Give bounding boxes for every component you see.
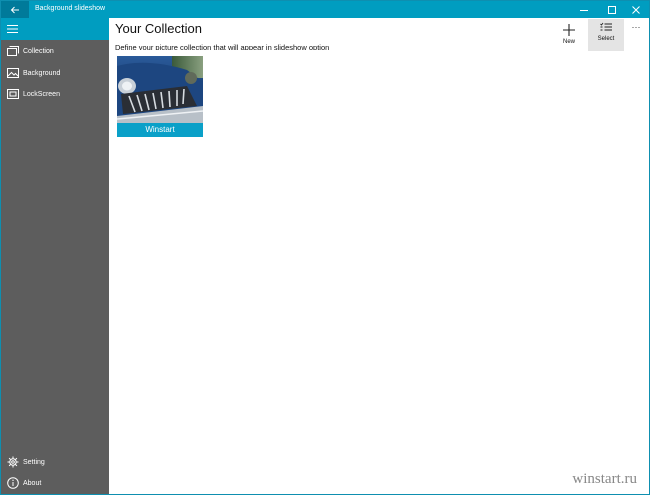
- back-button[interactable]: [1, 1, 29, 18]
- sidebar-item-background[interactable]: Background: [1, 63, 109, 83]
- select-button[interactable]: Select: [588, 19, 624, 51]
- app-title: Background slideshow: [35, 5, 106, 12]
- title-bar: Background slideshow: [1, 1, 649, 18]
- sidebar-item-collection[interactable]: Collection: [1, 41, 109, 61]
- maximize-icon: [608, 5, 616, 14]
- sidebar-item-label: Background: [23, 69, 61, 77]
- page-subtitle: Define your picture collection that will…: [115, 44, 330, 50]
- plus-icon: [563, 24, 575, 36]
- close-button[interactable]: [623, 1, 649, 18]
- page-title: Your Collection: [115, 21, 202, 36]
- arrow-left-icon: [10, 6, 19, 13]
- gear-icon: [5, 454, 21, 470]
- sidebar: Collection Background LockScreen Setting: [1, 18, 109, 494]
- image-icon: [5, 65, 21, 81]
- select-button-label: Select: [597, 36, 615, 42]
- sidebar-item-label: About: [23, 479, 42, 487]
- watermark-text: winstart.ru: [572, 471, 637, 487]
- hamburger-icon: [7, 25, 18, 33]
- new-button[interactable]: New: [552, 21, 586, 51]
- multiselect-icon: [600, 22, 612, 31]
- lockscreen-icon: [5, 86, 21, 102]
- app-window: Background slideshow Collection Backgrou…: [0, 0, 650, 495]
- main-content: Your Collection Define your picture coll…: [109, 18, 649, 494]
- sidebar-item-setting[interactable]: Setting: [1, 452, 109, 472]
- new-button-label: New: [562, 39, 575, 45]
- tile-caption: Winstart: [117, 123, 203, 137]
- more-options-button[interactable]: ···: [629, 23, 643, 35]
- car-thumbnail-image: [117, 56, 203, 123]
- collection-tile[interactable]: Winstart: [117, 56, 203, 137]
- hamburger-button[interactable]: [1, 18, 109, 40]
- sidebar-item-lockscreen[interactable]: LockScreen: [1, 84, 109, 104]
- sidebar-item-label: LockScreen: [23, 90, 60, 98]
- sidebar-item-about[interactable]: About: [1, 473, 109, 493]
- info-icon: [5, 475, 21, 491]
- maximize-button[interactable]: [599, 1, 625, 18]
- close-icon: [632, 5, 640, 14]
- minimize-icon: [580, 9, 588, 11]
- sidebar-item-label: Collection: [23, 47, 54, 55]
- sidebar-item-label: Setting: [23, 458, 45, 466]
- collection-icon: [5, 43, 21, 59]
- minimize-button[interactable]: [571, 1, 597, 18]
